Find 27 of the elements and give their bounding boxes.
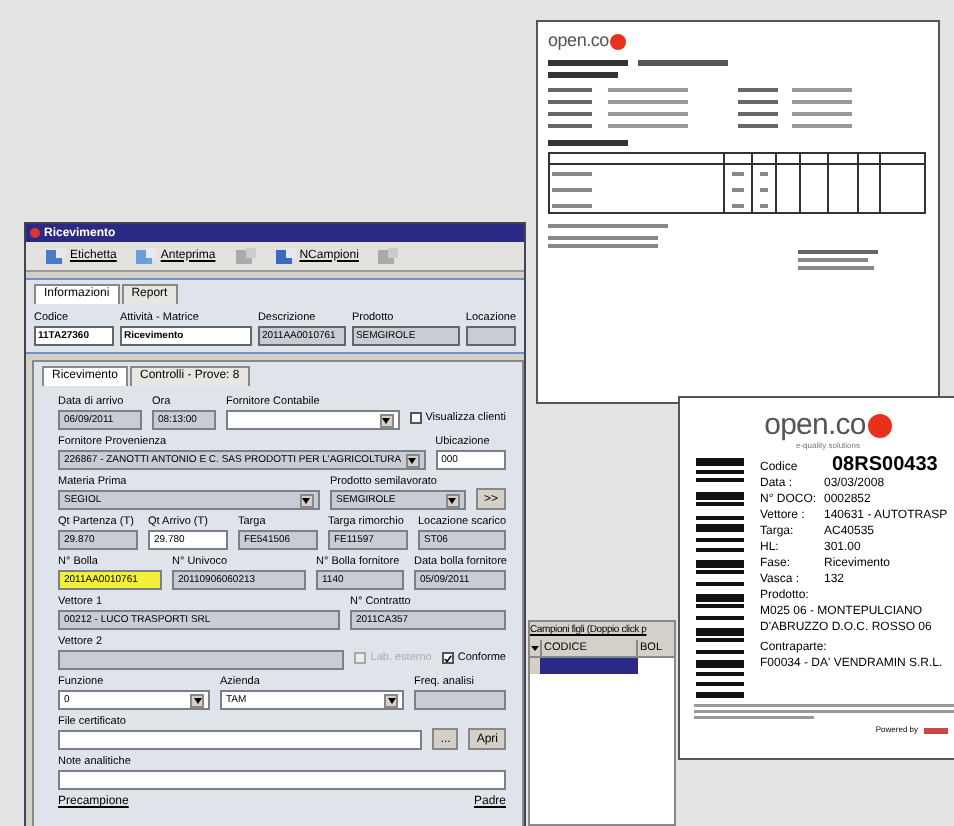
dropdown-arrow-icon (379, 413, 394, 427)
checkbox[interactable] (409, 412, 422, 424)
dropdown-arrow-icon (405, 453, 420, 467)
code-value: 08RS00433 (832, 458, 938, 474)
dropdown-arrow-icon (445, 493, 460, 507)
input-field[interactable] (58, 650, 345, 670)
input-field[interactable] (58, 730, 423, 750)
input-field[interactable] (414, 690, 506, 710)
small-logo-icon (924, 727, 948, 733)
app-icon (30, 228, 40, 238)
dropdown-arrow-icon (190, 693, 204, 707)
barcode-icon (696, 458, 744, 698)
dropdown-arrow-icon (384, 693, 398, 707)
checkbox[interactable] (441, 652, 454, 664)
toolbar-icon (46, 247, 66, 265)
dropdown-field[interactable] (226, 410, 400, 430)
toolbar-icon (136, 247, 157, 265)
toolbar-icon (235, 247, 256, 265)
input-field[interactable] (465, 326, 516, 346)
row-indicator-icon (530, 640, 540, 656)
toolbar-icon (378, 247, 399, 265)
dropdown-arrow-icon (299, 493, 314, 507)
selected-row-cell[interactable] (540, 658, 638, 674)
logo-text: open.co (764, 410, 866, 440)
input-field[interactable] (58, 770, 506, 790)
toolbar-icon (275, 247, 296, 265)
logo-text: open.co (548, 32, 609, 50)
